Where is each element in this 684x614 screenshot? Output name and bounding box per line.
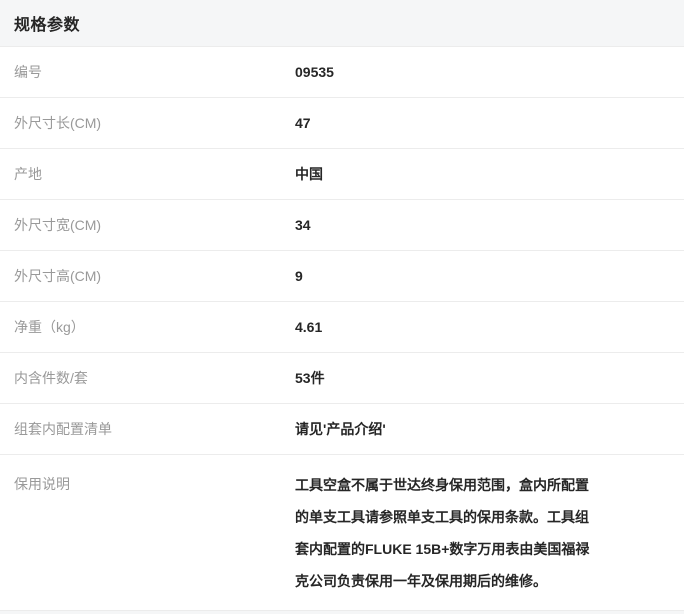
spec-row-origin: 产地 中国 <box>0 149 684 200</box>
spec-row-item-number: 编号 09535 <box>0 47 684 98</box>
spec-row-set-contents: 组套内配置清单 请见'产品介绍' <box>0 404 684 455</box>
spec-value: 53件 <box>295 370 605 387</box>
spec-label: 内含件数/套 <box>0 368 295 388</box>
spec-label: 组套内配置清单 <box>0 419 295 439</box>
spec-label: 外尺寸高(CM) <box>0 266 295 286</box>
spec-row-outer-length: 外尺寸长(CM) 47 <box>0 98 684 149</box>
spec-label: 净重（kg） <box>0 317 295 337</box>
spec-value: 中国 <box>295 166 605 183</box>
spec-row-warranty-note: 保用说明 工具空盒不属于世达终身保用范围，盒内所配置的单支工具请参照单支工具的保… <box>0 455 684 611</box>
section-title: 规格参数 <box>14 11 80 35</box>
spec-label: 外尺寸长(CM) <box>0 113 295 133</box>
spec-value: 4.61 <box>295 319 605 336</box>
spec-value: 请见'产品介绍' <box>295 421 605 438</box>
spec-label: 保用说明 <box>0 469 295 494</box>
spec-row-outer-width: 外尺寸宽(CM) 34 <box>0 200 684 251</box>
spec-value: 09535 <box>295 64 605 81</box>
spec-value: 34 <box>295 217 605 234</box>
spec-label: 编号 <box>0 62 295 82</box>
spec-label: 产地 <box>0 164 295 184</box>
spec-value: 47 <box>295 115 605 132</box>
spec-value: 工具空盒不属于世达终身保用范围，盒内所配置的单支工具请参照单支工具的保用条款。工… <box>295 469 605 597</box>
spec-value: 9 <box>295 268 605 285</box>
spec-row-outer-height: 外尺寸高(CM) 9 <box>0 251 684 302</box>
spec-row-net-weight: 净重（kg） 4.61 <box>0 302 684 353</box>
spec-label: 外尺寸宽(CM) <box>0 215 295 235</box>
spec-section-header: 规格参数 <box>0 0 684 47</box>
spec-row-piece-count: 内含件数/套 53件 <box>0 353 684 404</box>
spec-table: 编号 09535 外尺寸长(CM) 47 产地 中国 外尺寸宽(CM) 34 外… <box>0 47 684 611</box>
